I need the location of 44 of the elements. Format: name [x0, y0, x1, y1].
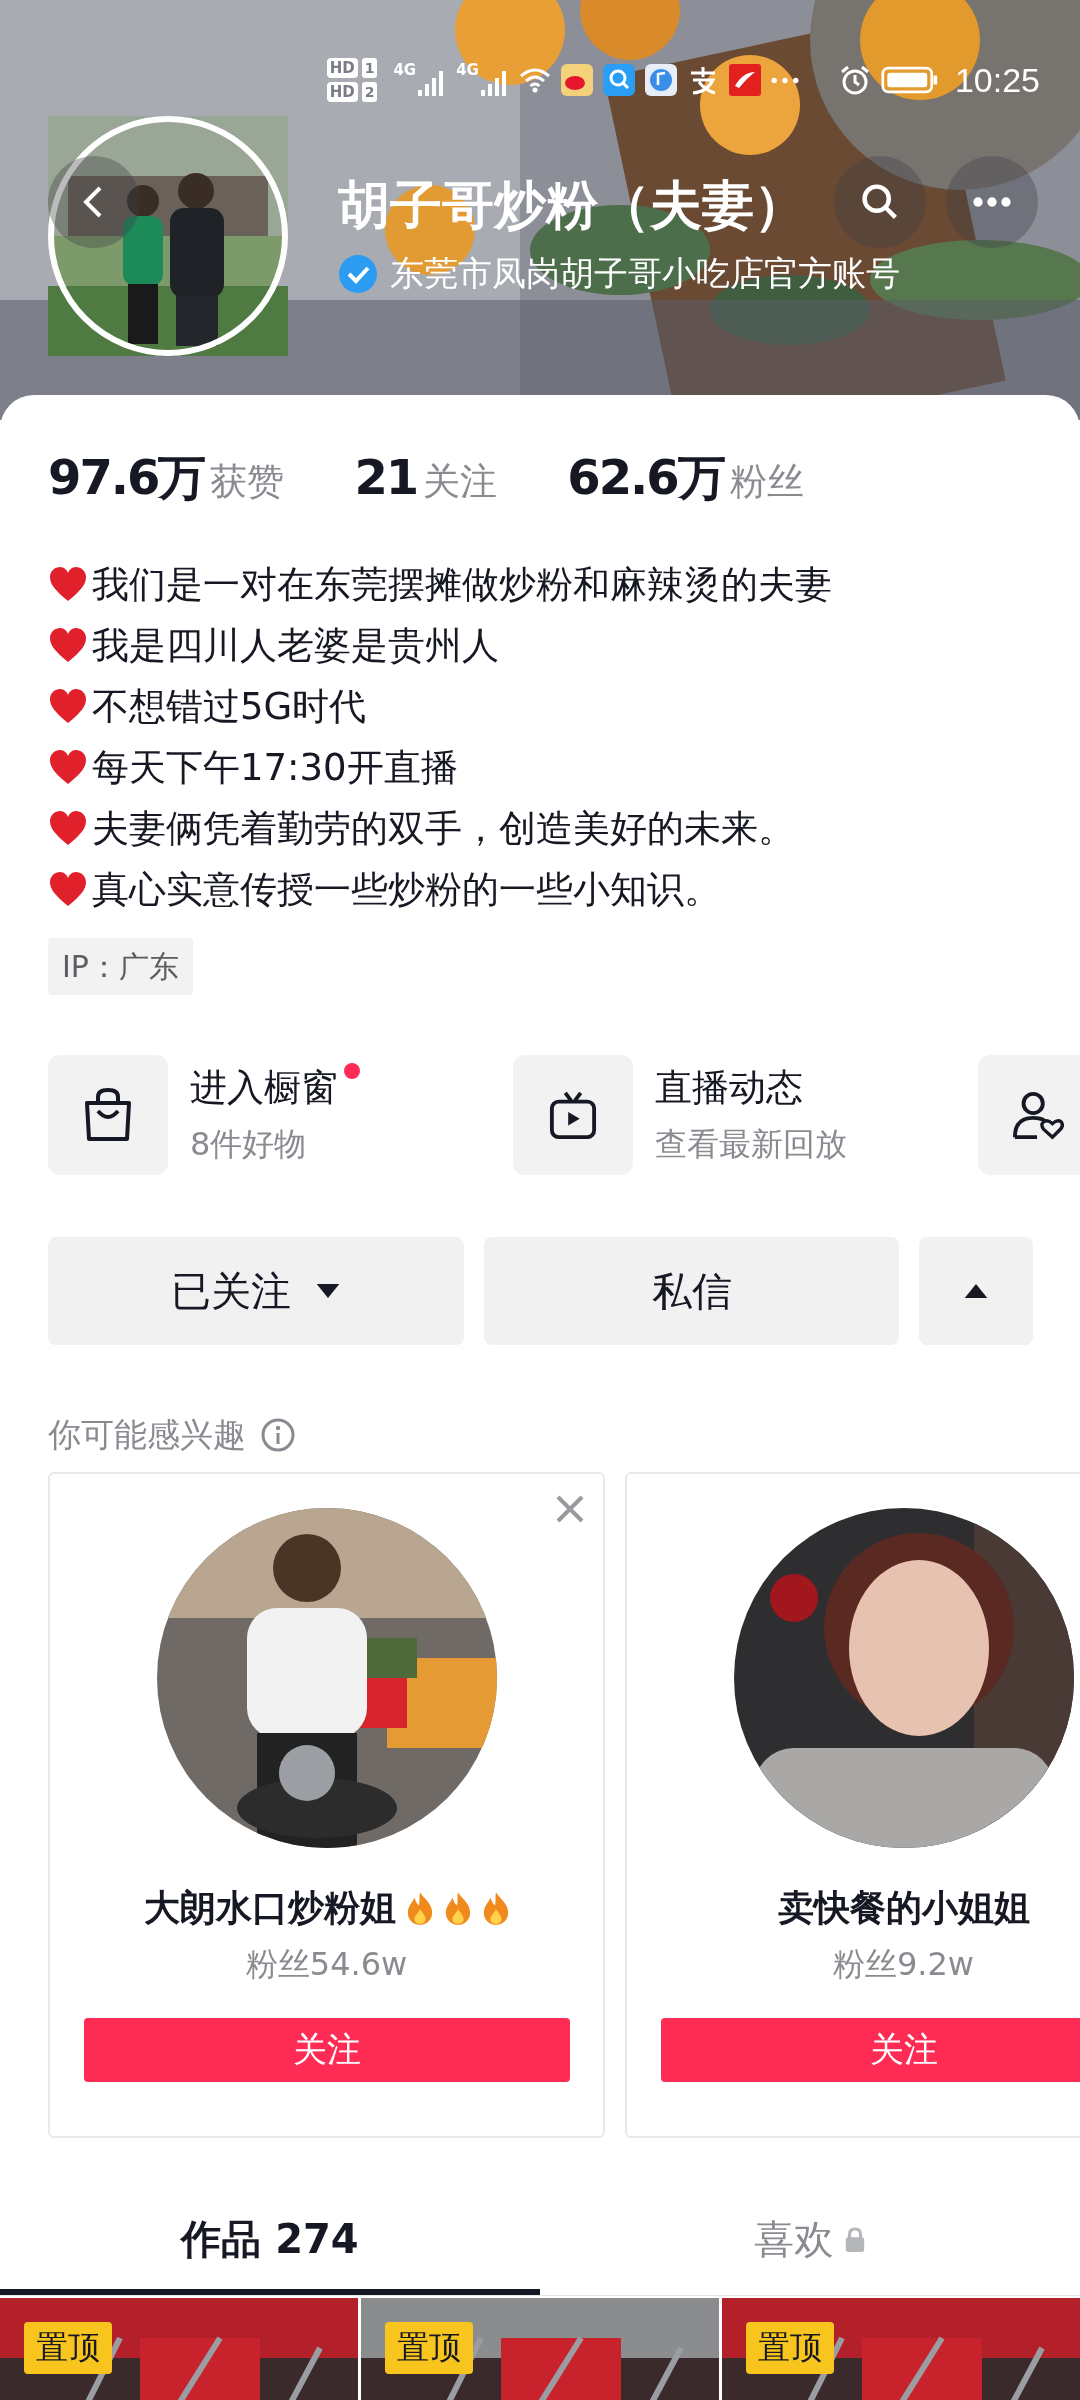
suggestion-card[interactable]: 卖快餐的小姐姐 粉丝9.2w 关注: [625, 1472, 1080, 2138]
bio-line: 夫妻俩凭着勤劳的双手，创造美好的未来。: [92, 805, 795, 852]
suggestion-card[interactable]: 大朗水口炒粉姐 粉丝54.6w 关注: [48, 1472, 605, 2138]
pinned-badge: 置顶: [746, 2322, 834, 2374]
info-icon[interactable]: [260, 1417, 296, 1453]
bio-line: 每天下午17:30开直播: [92, 744, 458, 791]
shortcut-title: 直播动态: [655, 1065, 803, 1111]
follow-button[interactable]: 关注: [660, 2018, 1080, 2082]
shortcut-title: 进入橱窗: [190, 1065, 338, 1111]
follower-count: 粉丝54.6w: [245, 1944, 408, 1984]
follow-button[interactable]: 关注: [83, 2018, 570, 2082]
caret-down-icon: [315, 1282, 341, 1300]
stat-label: 粉丝: [729, 459, 804, 505]
fire-icon: [443, 1890, 472, 1926]
shortcut-subtitle: 8件好物: [190, 1124, 308, 1165]
shopping-bag-icon: [83, 1087, 133, 1143]
pinned-badge: 置顶: [385, 2322, 473, 2374]
stat-value: 62.6万: [567, 448, 724, 507]
fire-icon: [481, 1890, 510, 1926]
shortcut-subtitle: 查看最新回放: [655, 1124, 847, 1165]
follower-count: 粉丝9.2w: [832, 1944, 975, 1984]
following-button[interactable]: 已关注: [48, 1237, 464, 1345]
bio-line: 不想错过5G时代: [92, 683, 367, 730]
tv-icon: [549, 1089, 597, 1141]
shortcut-tile[interactable]: [513, 1055, 633, 1175]
bio-line: 我是四川人老婆是贵州人: [92, 622, 499, 669]
close-button[interactable]: [555, 1494, 585, 1524]
bio-line: 我们是一对在东莞摆摊做炒粉和麻辣烫的夫妻: [92, 561, 832, 608]
stat-value: 21: [354, 449, 418, 505]
stat-value: 97.6万: [48, 448, 205, 507]
section-title: 你可能感兴趣: [48, 1415, 246, 1455]
caret-up-icon: [963, 1282, 989, 1300]
message-button[interactable]: 私信: [484, 1237, 899, 1345]
fire-icon: [405, 1890, 434, 1926]
suggested-user-name: 卖快餐的小姐姐: [777, 1885, 1030, 1930]
suggested-user-name: 大朗水口炒粉姐: [143, 1885, 396, 1930]
shortcut-tile[interactable]: [978, 1055, 1080, 1175]
bio-line: 真心实意传授一些炒粉的一些小知识。: [92, 866, 721, 913]
stat-label: 关注: [423, 459, 498, 505]
ip-location-tag: IP：广东: [48, 938, 193, 995]
stat-label: 获赞: [210, 459, 285, 505]
person-heart-icon: [1012, 1089, 1064, 1141]
shortcut-tile[interactable]: [48, 1055, 168, 1175]
pinned-badge: 置顶: [24, 2322, 112, 2374]
